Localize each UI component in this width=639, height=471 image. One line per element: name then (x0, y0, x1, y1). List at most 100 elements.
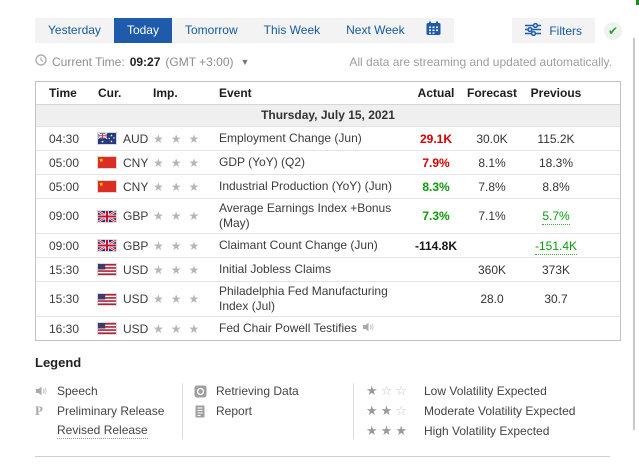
filters-button-label: Filters (549, 23, 582, 38)
spare-cell (593, 297, 620, 301)
legend-item-label: Preliminary Release (57, 404, 165, 418)
event-link[interactable]: Average Earnings Index +Bonus (May) (219, 201, 401, 231)
legend-item: P Preliminary Release (35, 401, 182, 421)
forecast-cell: 28.0 (480, 292, 504, 306)
forecast-cell: 7.8% (478, 179, 506, 194)
previous-cell: -151.4K (534, 238, 578, 255)
header-actual: Actual (417, 86, 455, 100)
event-link[interactable]: Industrial Production (YoY) (Jun) (219, 179, 392, 194)
streaming-note: All data are streaming and updated autom… (349, 54, 612, 69)
event-link[interactable]: Employment Change (Jun) (219, 131, 362, 146)
current-time-label: Current Time: (52, 54, 125, 69)
gbp-flag-icon (97, 239, 117, 252)
importance-stars: ★ ★ ★ (153, 292, 200, 306)
time-cell: 16:30 (49, 321, 80, 336)
gbp-flag-icon (97, 209, 117, 223)
legend-item: Speech (35, 381, 182, 401)
filters-button[interactable]: Filters (512, 18, 595, 43)
currency-code: USD (123, 262, 149, 277)
actual-cell (407, 297, 465, 301)
header-time: Time (49, 86, 77, 100)
currency-code: CNY (123, 155, 149, 170)
actual-cell (407, 268, 465, 272)
importance-stars: ★ ★ ★ (153, 262, 200, 277)
legend-volatility-item: ★☆☆ Low Volatility Expected (366, 381, 575, 401)
legend-item-label: Moderate Volatility Expected (424, 404, 576, 418)
actual-cell (407, 327, 465, 331)
currency-cell: CNY (97, 178, 153, 196)
tab-today[interactable]: Today (113, 18, 172, 43)
time-cell: 09:00 (49, 238, 80, 253)
currency-code: GBP (123, 238, 149, 253)
currency-cell: USD (97, 320, 153, 338)
header-importance: Imp. (153, 86, 178, 100)
calendar-picker-button[interactable] (418, 18, 450, 43)
legend-item: Revised Release (35, 421, 182, 441)
spare-cell (593, 137, 620, 141)
event-link[interactable]: GDP (YoY) (Q2) (219, 155, 305, 170)
current-time-value: 09:27 (129, 54, 161, 69)
header-previous: Previous (530, 86, 582, 100)
time-cell: 05:00 (49, 179, 80, 194)
legend-item-label: Speech (57, 384, 98, 398)
check-icon: ✔ (607, 23, 619, 38)
speech-icon (35, 385, 57, 397)
scrollbar-track[interactable] (633, 38, 635, 430)
speech-icon (362, 321, 375, 337)
retrieving-data-icon (194, 385, 216, 398)
usd-flag-icon (97, 322, 117, 335)
event-link[interactable]: Initial Jobless Claims (219, 262, 331, 277)
previous-cell (519, 327, 593, 331)
legend-section: Legend Speech P Preliminary Release Revised… (35, 355, 612, 441)
table-row: 15:30 USD ★ ★ ★ Philadelphia Fed Manufacturin… (36, 281, 620, 316)
currency-code: AUD (123, 131, 149, 146)
filter-sliders-icon (525, 22, 542, 39)
previous-cell: 373K (541, 262, 571, 277)
volatility-stars: ★☆☆ (366, 383, 410, 398)
spare-cell (593, 214, 620, 218)
aud-flag-icon (97, 132, 117, 145)
spare-cell (593, 161, 620, 165)
legend-columns: Speech P Preliminary Release Revised Releas… (35, 381, 612, 441)
filter-applied-check[interactable]: ✔ (604, 21, 622, 40)
table-row: 05:00 CNY ★ ★ ★ GDP (YoY) (Q2) 7.9% 8.1% 18.3% (36, 150, 620, 174)
usd-flag-icon (97, 263, 117, 276)
forecast-cell (465, 244, 519, 248)
events-table: Time Cur. Imp. Event Actual Forecast Pre… (35, 81, 621, 341)
forecast-cell: 7.1% (478, 209, 506, 223)
event-link[interactable]: Philadelphia Fed Manufacturing Index (Ju… (219, 284, 401, 314)
timezone-dropdown-arrow[interactable]: ▼ (241, 57, 250, 67)
forecast-cell (465, 327, 519, 331)
event-link[interactable]: Claimant Count Change (Jun) (219, 238, 378, 253)
calendar-icon (426, 21, 441, 41)
current-time-group: Current Time: 09:27 (GMT +3:00) ▼ (35, 54, 249, 69)
tab-next-week[interactable]: Next Week (333, 18, 417, 43)
time-cell: 05:00 (49, 155, 80, 170)
importance-stars: ★ ★ ★ (153, 131, 200, 146)
actual-cell: 7.3% (422, 209, 450, 223)
cny-flag-icon (97, 156, 117, 169)
actual-cell: 7.9% (422, 155, 450, 170)
volatility-stars: ★★☆ (366, 403, 410, 418)
legend-column-3: ★☆☆ Low Volatility Expected ★★☆ Moderate Vo… (354, 381, 575, 441)
importance-stars: ★ ★ ★ (153, 209, 200, 223)
tab-this-week[interactable]: This Week (251, 18, 333, 43)
date-header-row: Thursday, July 15, 2021 (36, 104, 620, 126)
legend-volatility-item: ★★☆ Moderate Volatility Expected (366, 401, 575, 421)
forecast-cell: 360K (477, 262, 507, 277)
tab-tomorrow[interactable]: Tomorrow (172, 18, 251, 43)
spare-cell (593, 185, 620, 189)
time-cell: 09:00 (49, 209, 80, 223)
actual-cell: 8.3% (422, 179, 450, 194)
report-icon (194, 405, 216, 418)
timezone-label: (GMT +3:00) (165, 54, 234, 69)
event-link[interactable]: Fed Chair Powell Testifies (219, 321, 357, 336)
clock-icon (35, 54, 47, 69)
importance-stars: ★ ★ ★ (153, 321, 200, 336)
tab-yesterday[interactable]: Yesterday (35, 18, 114, 43)
currency-cell: AUD (97, 130, 153, 148)
bottom-divider (35, 456, 610, 457)
tab-bar: Yesterday Today Tomorrow This Week Next … (35, 18, 622, 43)
previous-cell: 8.8% (542, 179, 570, 194)
event-cell: Philadelphia Fed Manufacturing Index (Ju… (219, 282, 407, 316)
